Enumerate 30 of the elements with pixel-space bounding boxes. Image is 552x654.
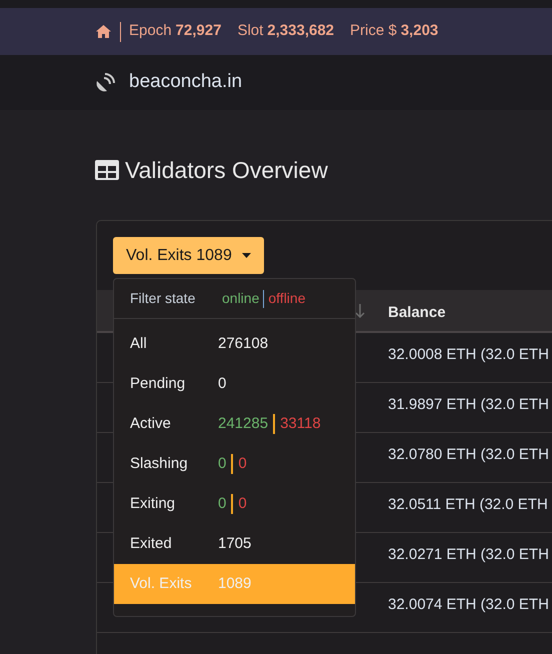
filter-option[interactable]: Exited 1705 [114,524,355,564]
slot-label: Slot [237,21,264,42]
price-label: Price $ [350,21,397,42]
epoch-value: 72,927 [176,21,222,42]
filter-button[interactable]: Vol. Exits 1089 [113,237,264,274]
column-header: Balance [388,303,446,323]
epoch-label: Epoch [129,21,172,42]
page-title: Validators Overview [125,156,328,185]
filter-option[interactable]: Slashing 0 0 [114,444,355,484]
table-icon [95,160,119,180]
offline-filter[interactable]: offline [268,288,306,309]
satellite-dish-icon [95,72,115,92]
balance-cell-text: 31.9897 ETH (32.0 ETH [388,395,549,415]
filter-option[interactable]: All 276108 [114,324,355,364]
filter-state-label: Filter state [130,289,196,308]
slot-value: 2,333,682 [267,21,334,42]
balance-cell-text: 32.0074 ETH (32.0 ETH [388,595,549,615]
online-filter[interactable]: online [222,288,260,309]
balance-cell-text: 32.0271 ETH (32.0 ETH [388,545,549,565]
brand-link[interactable]: beaconcha.in [129,68,242,97]
balance-cell-text: 32.0780 ETH (32.0 ETH [388,445,549,465]
sort-arrow-icon[interactable] [355,304,365,318]
caret-icon [242,253,251,258]
filter-option[interactable]: Active 241285 33118 [114,404,355,444]
filter-option[interactable]: Exiting 0 0 [114,484,355,524]
balance-cell-text: 32.0008 ETH (32.0 ETH [388,345,549,365]
price-value: 3,203 [400,21,438,42]
balance-cell-text: 32.0511 ETH (32.0 ETH [388,495,548,515]
home-icon[interactable] [95,24,112,39]
filter-option[interactable]: Pending 0 [114,364,355,404]
